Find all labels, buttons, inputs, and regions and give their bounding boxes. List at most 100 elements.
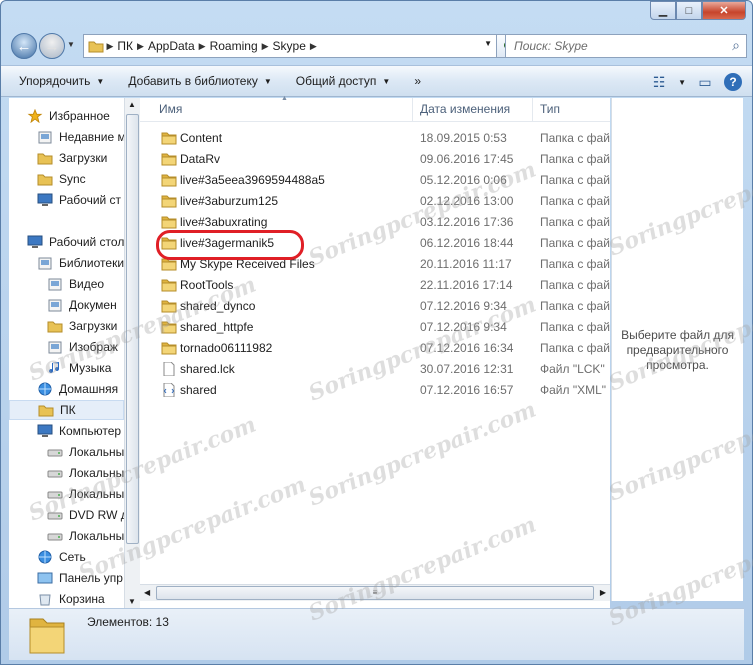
file-type: Папка с файлами (540, 215, 610, 229)
folder-icon (161, 342, 177, 355)
sidebar-item[interactable]: ПК (9, 400, 124, 420)
organize-button[interactable]: Упорядочить ▼ (1, 66, 116, 96)
pictures-library-icon (48, 341, 62, 354)
file-row[interactable]: DataRv 09.06.2016 17:45 Папка с файлами (140, 149, 610, 170)
sidebar-item[interactable]: Sync (37, 169, 86, 189)
sidebar-item[interactable]: Компьютер (37, 421, 121, 441)
breadcrumb-item[interactable]: Roaming (210, 39, 258, 53)
file-type: Папка с файлами (540, 173, 610, 187)
sidebar-item[interactable]: Загрузки (37, 148, 107, 168)
sidebar-item[interactable]: Сеть (37, 547, 86, 567)
sidebar-item[interactable]: Рабочий ст (37, 190, 121, 210)
history-dropdown-icon[interactable]: ▼ (67, 40, 75, 49)
view-dropdown-icon[interactable]: ▼ (678, 78, 686, 87)
file-row[interactable]: shared.lck 30.07.2016 12:31 Файл "LCK" (140, 359, 610, 380)
back-button[interactable]: ← (11, 33, 37, 59)
sidebar-item[interactable]: Библиотеки (37, 253, 124, 273)
search-icon[interactable]: ⌕ (732, 37, 740, 54)
file-list-horizontal-scrollbar[interactable]: ◀ ≡ ▶ (140, 584, 610, 601)
help-icon[interactable]: ? (724, 73, 742, 91)
close-button[interactable]: ✕ (702, 1, 746, 20)
sidebar-item[interactable]: Музыка (47, 358, 111, 378)
file-type: Папка с файлами (540, 152, 610, 166)
file-type: Папка с файлами (540, 257, 610, 271)
column-date[interactable]: Дата изменения (420, 102, 510, 116)
navigation-scrollbar[interactable]: ▲ ▼ (124, 98, 140, 608)
file-date: 03.12.2016 17:36 (420, 215, 514, 229)
sidebar-item-label: Музыка (69, 361, 112, 375)
sidebar-item[interactable]: DVD RW д (47, 505, 124, 525)
sidebar-item[interactable]: Локальны (47, 463, 124, 483)
folder-icon (161, 153, 177, 166)
sidebar-item-label: Домашняя (59, 382, 119, 396)
file-row[interactable]: shared_dynco 07.12.2016 9:34 Папка с файла… (140, 296, 610, 317)
view-options-icon[interactable]: ☷ (648, 72, 670, 92)
sidebar-item[interactable]: Панель упр (37, 568, 123, 588)
sidebar-item[interactable]: Рабочий стол (27, 232, 124, 252)
sidebar-item[interactable]: Недавние м (37, 127, 124, 147)
search-input[interactable]: Поиск: Skype ⌕ (505, 34, 747, 58)
file-date: 07.12.2016 9:34 (420, 299, 507, 313)
file-name: live#3abuxrating (180, 215, 268, 229)
column-name[interactable]: Имя (159, 102, 182, 116)
organize-label: Упорядочить (19, 74, 91, 88)
scroll-down-icon[interactable]: ▼ (128, 597, 136, 606)
item-count: Элементов: 13 (87, 615, 169, 629)
homegroup-icon (38, 382, 52, 396)
sidebar-item[interactable]: Видео (47, 274, 104, 294)
scroll-left-icon[interactable]: ◀ (144, 588, 150, 597)
scroll-right-icon[interactable]: ▶ (600, 588, 606, 597)
column-divider[interactable] (412, 98, 413, 122)
minimize-button[interactable]: ▁ (650, 1, 676, 20)
breadcrumb-item[interactable]: ПК (117, 39, 133, 53)
breadcrumb-item[interactable]: AppData (148, 39, 195, 53)
sidebar-item[interactable]: Загрузки (47, 316, 117, 336)
file-row[interactable]: RootTools 22.11.2016 17:14 Папка с файлами (140, 275, 610, 296)
column-type[interactable]: Тип (540, 102, 560, 116)
preview-message: Выберите файл для предварительного просм… (621, 328, 734, 372)
sidebar-item[interactable]: Корзина (37, 589, 105, 608)
sidebar-item[interactable]: Докумен (47, 295, 117, 315)
folder-icon (161, 279, 177, 292)
scroll-up-icon[interactable]: ▲ (128, 100, 136, 109)
breadcrumb-item[interactable]: Skype (273, 39, 306, 53)
file-name: shared.lck (180, 362, 235, 376)
maximize-button[interactable]: □ (676, 1, 702, 20)
file-row[interactable]: shared 07.12.2016 16:57 Файл "XML" (140, 380, 610, 401)
network-icon (38, 550, 52, 564)
column-divider[interactable] (532, 98, 533, 122)
sidebar-item-label: Локальны (69, 487, 124, 501)
file-row[interactable]: Content 18.09.2015 0:53 Папка с файлами (140, 128, 610, 149)
file-type: Файл "XML" (540, 383, 607, 397)
sidebar-item[interactable]: Локальны (47, 526, 124, 546)
file-name: shared (180, 383, 217, 397)
sidebar-item[interactable]: Изображ (47, 337, 118, 357)
file-type: Папка с файлами (540, 320, 610, 334)
sidebar-item[interactable]: Локальны (47, 484, 124, 504)
sidebar-item[interactable]: Избранное (27, 106, 110, 126)
scroll-thumb[interactable]: ≡ (156, 586, 594, 600)
file-name: live#3aburzum125 (180, 194, 279, 208)
file-row[interactable]: shared_httpfe 07.12.2016 9:34 Папка с файл… (140, 317, 610, 338)
file-row[interactable]: tornado06111982 07.12.2016 16:34 Папка с ф… (140, 338, 610, 359)
sidebar-item-label: Загрузки (69, 319, 118, 333)
add-to-library-button[interactable]: Добавить в библиотеку ▼ (116, 66, 283, 96)
file-date: 07.12.2016 16:57 (420, 383, 514, 397)
forward-button[interactable]: → (39, 33, 65, 59)
sidebar-item-label: Сеть (59, 550, 86, 564)
file-icon (163, 362, 175, 376)
sidebar-item[interactable]: Домашняя (37, 379, 118, 399)
sidebar-item-label: Панель упр (59, 571, 123, 585)
libraries-icon (38, 257, 52, 270)
share-button[interactable]: Общий доступ ▼ (284, 66, 403, 96)
file-row[interactable]: live#3aburzum125 02.12.2016 13:00 Папка с … (140, 191, 610, 212)
sidebar-item[interactable]: Локальны (47, 442, 124, 462)
file-type: Папка с файлами (540, 299, 610, 313)
sidebar-item-label: Корзина (59, 592, 105, 606)
scroll-thumb[interactable] (126, 114, 139, 544)
address-bar[interactable]: ▶ ПК ▶ AppData ▶ Roaming ▶ Skype ▶ ▼ (83, 34, 497, 58)
more-button[interactable]: » (402, 66, 433, 96)
preview-pane-icon[interactable]: ▭ (694, 72, 716, 92)
file-row[interactable]: live#3a5eea3969594488a5 05.12.2016 0:06 Па… (140, 170, 610, 191)
address-dropdown-icon[interactable]: ▼ (484, 39, 492, 48)
